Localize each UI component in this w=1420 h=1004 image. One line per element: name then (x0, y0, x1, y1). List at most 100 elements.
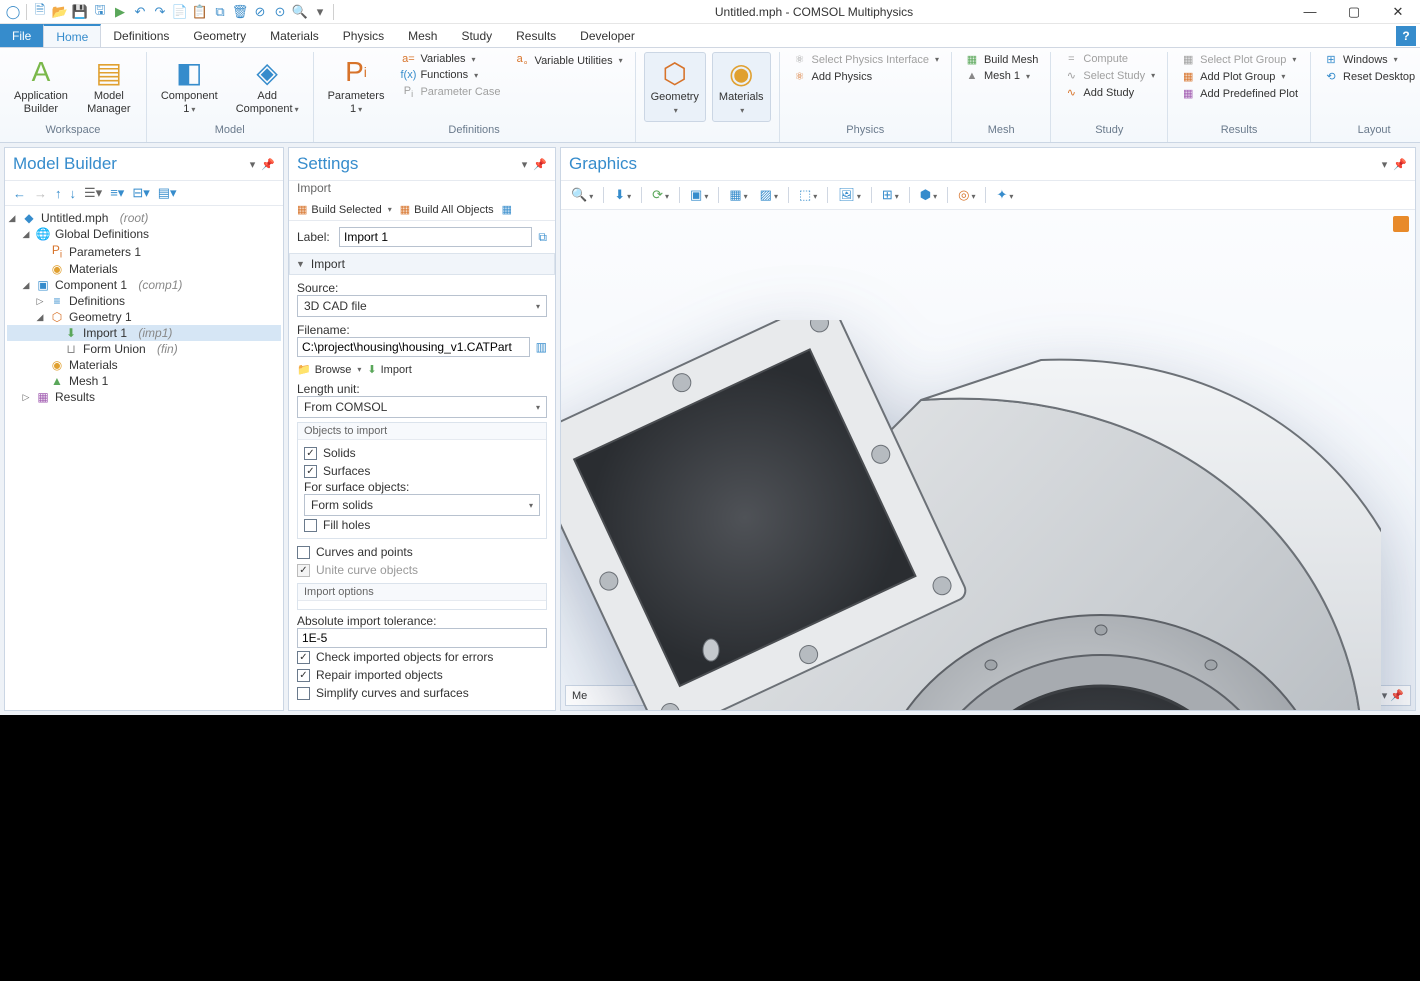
add-plot-button[interactable]: ▦Add Plot Group▾ (1176, 69, 1302, 84)
windows-button[interactable]: ⊞Windows▾ (1319, 52, 1420, 67)
duplicate-icon[interactable]: ⧉ (211, 3, 229, 21)
nav-up-icon[interactable]: ↑ (53, 186, 64, 201)
link-icon[interactable]: ⧉ (538, 230, 547, 245)
run-icon[interactable]: ▶ (111, 3, 129, 21)
tree-geometry[interactable]: ◢⬡Geometry 1 (7, 309, 281, 325)
redo-icon[interactable]: ↷ (151, 3, 169, 21)
tree-definitions[interactable]: ▷≡Definitions (7, 293, 281, 309)
geometry-button[interactable]: ⬡ Geometry▾ (644, 52, 706, 122)
tab-file[interactable]: File (0, 24, 43, 47)
reset-desktop-button[interactable]: ⟲Reset Desktop▾ (1319, 69, 1420, 84)
tree-root[interactable]: ◢◆Untitled.mph (root) (7, 210, 281, 226)
paste-icon[interactable]: 📋 (191, 3, 209, 21)
tab-mesh[interactable]: Mesh (396, 24, 449, 47)
build-all-button[interactable]: ▦Build All Objects (400, 203, 494, 216)
length-unit-select[interactable]: From COMSOL▾ (297, 396, 547, 418)
tree-form-union[interactable]: ⊔Form Union (fin) (7, 341, 281, 357)
import-section-header[interactable]: ▼Import (289, 253, 555, 275)
help-button[interactable]: ? (1396, 26, 1416, 46)
undo-icon[interactable]: ↶ (131, 3, 149, 21)
graphics-canvas[interactable]: Me ▾ 📌 (561, 210, 1415, 710)
select-plot-button[interactable]: ▦Select Plot Group▾ (1176, 52, 1302, 67)
scene-light-icon[interactable] (1393, 216, 1409, 232)
tree-materials-global[interactable]: ◉Materials (7, 261, 281, 277)
tab-results[interactable]: Results (504, 24, 568, 47)
source-select[interactable]: 3D CAD file▾ (297, 295, 547, 317)
add-physics-button[interactable]: ⚛Add Physics (788, 69, 943, 84)
tab-study[interactable]: Study (449, 24, 504, 47)
curves-points-checkbox[interactable]: Curves and points (297, 543, 547, 561)
compute-button[interactable]: =Compute (1059, 52, 1159, 66)
variables-button[interactable]: a=Variables▾ (396, 52, 504, 66)
tab-geometry[interactable]: Geometry (181, 24, 258, 47)
tab-home[interactable]: Home (43, 24, 101, 47)
parameters-button[interactable]: Pi Parameters 1▾ (322, 52, 391, 120)
select-physics-button[interactable]: ⚛Select Physics Interface▾ (788, 52, 943, 67)
materials-button[interactable]: ◉ Materials▾ (712, 52, 771, 122)
tab-developer[interactable]: Developer (568, 24, 647, 47)
copy-icon[interactable]: 📄 (171, 3, 189, 21)
model-manager-button[interactable]: ▤ Model Manager (80, 52, 138, 120)
fill-holes-checkbox[interactable]: Fill holes (304, 516, 540, 534)
browse-button[interactable]: 📁Browse▾ (297, 363, 361, 376)
transparency-icon[interactable]: ▨▾ (756, 185, 782, 205)
solids-checkbox[interactable]: Solids (304, 444, 540, 462)
add-predef-plot-button[interactable]: ▦Add Predefined Plot (1176, 86, 1302, 101)
save-icon[interactable]: 💾 (71, 3, 89, 21)
nav-down-icon[interactable]: ↓ (68, 186, 79, 201)
mesh1-button[interactable]: ▲Mesh 1▾ (960, 69, 1042, 83)
select-study-button[interactable]: ∿Select Study▾ (1059, 68, 1159, 83)
clip-icon[interactable]: ⬚▾ (795, 185, 821, 205)
tree-component[interactable]: ◢▣Component 1 (comp1) (7, 277, 281, 293)
close-button[interactable]: ✕ (1376, 0, 1420, 24)
panel-dropdown-icon[interactable]: ▾ (1382, 158, 1388, 171)
tree-parameters[interactable]: PiParameters 1 (7, 242, 281, 261)
tree-view-icon[interactable]: ▤▾ (156, 185, 179, 201)
abs-tol-input[interactable] (297, 628, 547, 648)
view-icon[interactable]: ⬇▾ (610, 185, 635, 205)
check-errors-checkbox[interactable]: Check imported objects for errors (297, 648, 547, 666)
panel-dropdown-icon[interactable]: ▾ (250, 158, 256, 171)
repair-checkbox[interactable]: Repair imported objects (297, 666, 547, 684)
build-selected-button[interactable]: ▦Build Selected▾ (297, 203, 392, 216)
disable-icon[interactable]: ⊘ (251, 3, 269, 21)
label-input[interactable] (339, 227, 532, 247)
nav-back-icon[interactable]: ← (11, 186, 28, 201)
pin-icon[interactable]: 📌 (261, 158, 275, 171)
tab-materials[interactable]: Materials (258, 24, 331, 47)
expand-icon[interactable]: ⊟▾ (130, 185, 151, 201)
surfaces-checkbox[interactable]: Surfaces (304, 462, 540, 480)
render-icon[interactable]: ▦▾ (725, 185, 751, 205)
view-3d-icon[interactable]: ⬢▾ (916, 185, 941, 205)
pin-icon[interactable]: 📌 (1393, 158, 1407, 171)
image-icon[interactable]: 🖼▾ (834, 185, 865, 205)
messages-dropdown-icon[interactable]: ▾ 📌 (1382, 689, 1404, 702)
find-icon[interactable]: 🔍 (291, 3, 309, 21)
tab-definitions[interactable]: Definitions (101, 24, 181, 47)
open-icon[interactable]: 📂 (51, 3, 69, 21)
enable-icon[interactable]: ⊙ (271, 3, 289, 21)
new-icon[interactable]: 🗎 (31, 3, 49, 21)
build-extra-icon[interactable]: ▦ (502, 203, 512, 216)
show-icon[interactable]: ☰▾ (82, 185, 104, 201)
functions-button[interactable]: f(x)Functions▾ (396, 68, 504, 82)
nav-fwd-icon[interactable]: → (32, 186, 49, 201)
tree-mesh[interactable]: ▲Mesh 1 (7, 373, 281, 389)
maximize-button[interactable]: ▢ (1332, 0, 1376, 24)
simplify-checkbox[interactable]: Simplify curves and surfaces (297, 684, 547, 702)
delete-icon[interactable]: 🗑 (231, 3, 249, 21)
parameter-case-button[interactable]: PiParameter Case (396, 84, 504, 100)
for-surface-select[interactable]: Form solids▾ (304, 494, 540, 516)
filename-input[interactable] (297, 337, 530, 357)
qat-dropdown-icon[interactable]: ▾ (311, 3, 329, 21)
camera-icon[interactable]: ◎▾ (954, 185, 979, 205)
tree-import[interactable]: ⬇Import 1 (imp1) (7, 325, 281, 341)
preset-icon[interactable]: ✦▾ (992, 185, 1017, 205)
add-component-button[interactable]: ◈ Add Component▾ (230, 52, 305, 120)
grid-icon[interactable]: ⊞▾ (878, 185, 903, 205)
tree-materials-comp[interactable]: ◉Materials (7, 357, 281, 373)
application-builder-button[interactable]: A Application Builder (8, 52, 74, 120)
build-mesh-button[interactable]: ▦Build Mesh (960, 52, 1042, 67)
add-study-button[interactable]: ∿Add Study (1059, 85, 1159, 100)
rotate-icon[interactable]: ⟳▾ (648, 185, 673, 205)
